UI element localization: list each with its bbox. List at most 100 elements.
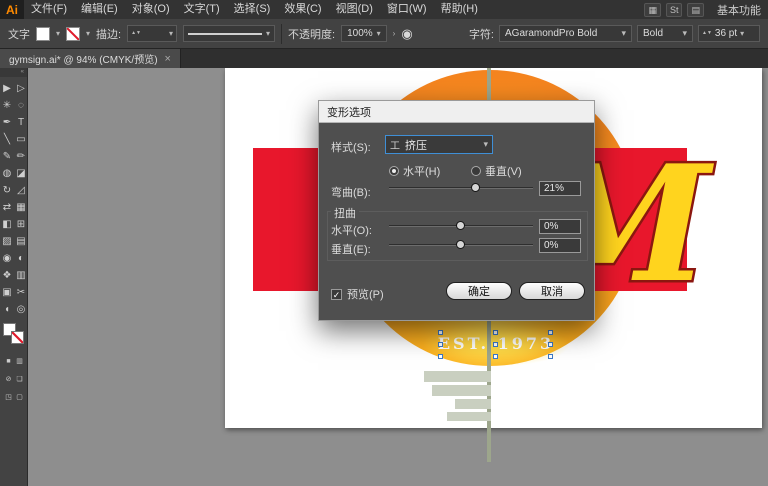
- screen-mode-icon[interactable]: ▢: [15, 392, 24, 403]
- barbell-plate-shape[interactable]: [432, 385, 491, 396]
- selection-handle[interactable]: [493, 330, 498, 335]
- bend-value-field[interactable]: 21%: [539, 181, 581, 196]
- chevron-down-icon[interactable]: ▾: [169, 29, 173, 38]
- distort-horizontal-slider[interactable]: [389, 220, 533, 232]
- stock-icon[interactable]: St: [665, 2, 683, 17]
- perspective-grid-tool[interactable]: ⊞: [15, 216, 28, 233]
- magic-wand-tool[interactable]: ✳: [1, 97, 14, 114]
- rotate-tool[interactable]: ↻: [1, 182, 14, 199]
- hand-tool[interactable]: ◖: [1, 301, 14, 318]
- bridge-icon[interactable]: ▦: [644, 2, 661, 17]
- selection-handle[interactable]: [548, 330, 553, 335]
- vertical-radio[interactable]: 垂直(V): [471, 163, 522, 179]
- blend-tool[interactable]: ◐: [15, 250, 28, 267]
- scale-tool[interactable]: ◿: [15, 182, 28, 199]
- arrange-documents-icon[interactable]: ▤: [687, 2, 704, 17]
- column-graph-tool[interactable]: ▥: [15, 267, 28, 284]
- dialog-title-bar[interactable]: 变形选项: [319, 101, 594, 123]
- none-icon[interactable]: ⊘: [4, 374, 13, 385]
- menu-item-effect[interactable]: 效果(C): [277, 0, 328, 19]
- selection-handle[interactable]: [548, 354, 553, 359]
- gradient-swatch-icon[interactable]: ▥: [15, 356, 24, 367]
- opacity-input[interactable]: 100% ▾: [341, 25, 387, 42]
- width-profile-select[interactable]: ▾: [183, 25, 276, 42]
- stroke-swatch[interactable]: [11, 331, 24, 344]
- selection-handle[interactable]: [438, 342, 443, 347]
- menu-item-window[interactable]: 窗口(W): [380, 0, 434, 19]
- draw-normal-mode-icon[interactable]: ❏: [15, 374, 24, 385]
- pen-tool[interactable]: ✒: [1, 114, 14, 131]
- close-icon[interactable]: ×: [165, 53, 171, 65]
- artboard-tool[interactable]: ▣: [1, 284, 14, 301]
- selection-tool[interactable]: ▶: [1, 80, 14, 97]
- lasso-tool[interactable]: ◌: [15, 97, 28, 114]
- ok-button[interactable]: 确定: [446, 282, 512, 300]
- mesh-tool[interactable]: ▨: [1, 233, 14, 250]
- chevron-down-icon[interactable]: ▾: [86, 29, 90, 38]
- chevron-down-icon: ▾: [376, 29, 381, 38]
- slider-knob[interactable]: [456, 240, 465, 249]
- menu-bar: Ai 文件(F) 编辑(E) 对象(O) 文字(T) 选择(S) 效果(C) 视图(D) 窗口…: [0, 0, 768, 19]
- cancel-button[interactable]: 取消: [519, 282, 585, 300]
- shape-builder-tool[interactable]: ◧: [1, 216, 14, 233]
- selection-handle[interactable]: [438, 330, 443, 335]
- eraser-tool[interactable]: ◪: [15, 165, 28, 182]
- font-family-select[interactable]: AGaramondPro Bold ▾: [499, 25, 632, 42]
- pencil-tool[interactable]: ✏: [15, 148, 28, 165]
- menu-item-file[interactable]: 文件(F): [24, 0, 74, 19]
- slice-tool[interactable]: ✂: [15, 284, 28, 301]
- document-tab[interactable]: gymsign.ai* @ 94% (CMYK/预览) ×: [0, 49, 181, 68]
- symbol-sprayer-tool[interactable]: ❖: [1, 267, 14, 284]
- more-options-icon[interactable]: ›: [393, 29, 396, 38]
- workspace-switcher[interactable]: 基本功能: [717, 2, 761, 18]
- menu-item-type[interactable]: 文字(T): [177, 0, 227, 19]
- horizontal-radio[interactable]: 水平(H): [389, 163, 440, 179]
- collapse-panel-icon[interactable]: «: [0, 68, 27, 77]
- chevron-down-icon[interactable]: ▾: [740, 29, 744, 38]
- dialog-title: 变形选项: [327, 106, 371, 119]
- zoom-tool[interactable]: ◎: [15, 301, 28, 318]
- menu-item-edit[interactable]: 编辑(E): [74, 0, 125, 19]
- type-tool[interactable]: T: [15, 114, 28, 131]
- selection-handle[interactable]: [493, 342, 498, 347]
- bend-slider[interactable]: [389, 182, 533, 194]
- distort-horizontal-value-field[interactable]: 0%: [539, 219, 581, 234]
- blob-brush-tool[interactable]: ◍: [1, 165, 14, 182]
- barbell-plate-shape[interactable]: [455, 399, 491, 409]
- draw-behind-mode-icon[interactable]: ◳: [4, 392, 13, 403]
- style-label: 样式(S):: [331, 142, 371, 154]
- width-tool[interactable]: ⇄: [1, 199, 14, 216]
- barbell-plate-shape[interactable]: [447, 412, 491, 421]
- line-segment-tool[interactable]: ╲: [1, 131, 14, 148]
- menu-item-view[interactable]: 视图(D): [329, 0, 380, 19]
- font-style-select[interactable]: Bold ▾: [637, 25, 693, 42]
- stepper-icon[interactable]: ▲▼: [702, 31, 712, 36]
- barbell-plate-shape[interactable]: [424, 371, 491, 382]
- preview-checkbox[interactable]: ✓ 预览(P): [331, 286, 384, 302]
- slider-knob[interactable]: [456, 221, 465, 230]
- font-size-input[interactable]: ▲▼ 36 pt ▾: [698, 25, 760, 42]
- paintbrush-tool[interactable]: ✎: [1, 148, 14, 165]
- menu-item-select[interactable]: 选择(S): [227, 0, 278, 19]
- stroke-color-swatch[interactable]: [66, 26, 81, 41]
- distort-vertical-value-field[interactable]: 0%: [539, 238, 581, 253]
- menu-item-help[interactable]: 帮助(H): [434, 0, 485, 19]
- direct-selection-tool[interactable]: ▷: [15, 80, 28, 97]
- free-transform-tool[interactable]: ▦: [15, 199, 28, 216]
- fill-color-swatch[interactable]: [36, 26, 50, 41]
- chevron-down-icon[interactable]: ▾: [56, 29, 60, 38]
- menu-item-object[interactable]: 对象(O): [125, 0, 177, 19]
- warp-style-select[interactable]: 工 挤压 ▾: [385, 135, 493, 154]
- eyedropper-tool[interactable]: ◉: [1, 250, 14, 267]
- rectangle-tool[interactable]: ▭: [15, 131, 28, 148]
- selection-handle[interactable]: [438, 354, 443, 359]
- color-fill-icon[interactable]: ■: [4, 356, 13, 367]
- stepper-icon[interactable]: ▲▼: [131, 31, 141, 36]
- recolor-artwork-icon[interactable]: ◉: [401, 26, 412, 42]
- gradient-tool[interactable]: ▤: [15, 233, 28, 250]
- stroke-weight-input[interactable]: ▲▼ ▾: [127, 25, 178, 42]
- selection-handle[interactable]: [493, 354, 498, 359]
- selection-handle[interactable]: [548, 342, 553, 347]
- slider-knob[interactable]: [471, 183, 481, 192]
- distort-vertical-slider[interactable]: [389, 239, 533, 251]
